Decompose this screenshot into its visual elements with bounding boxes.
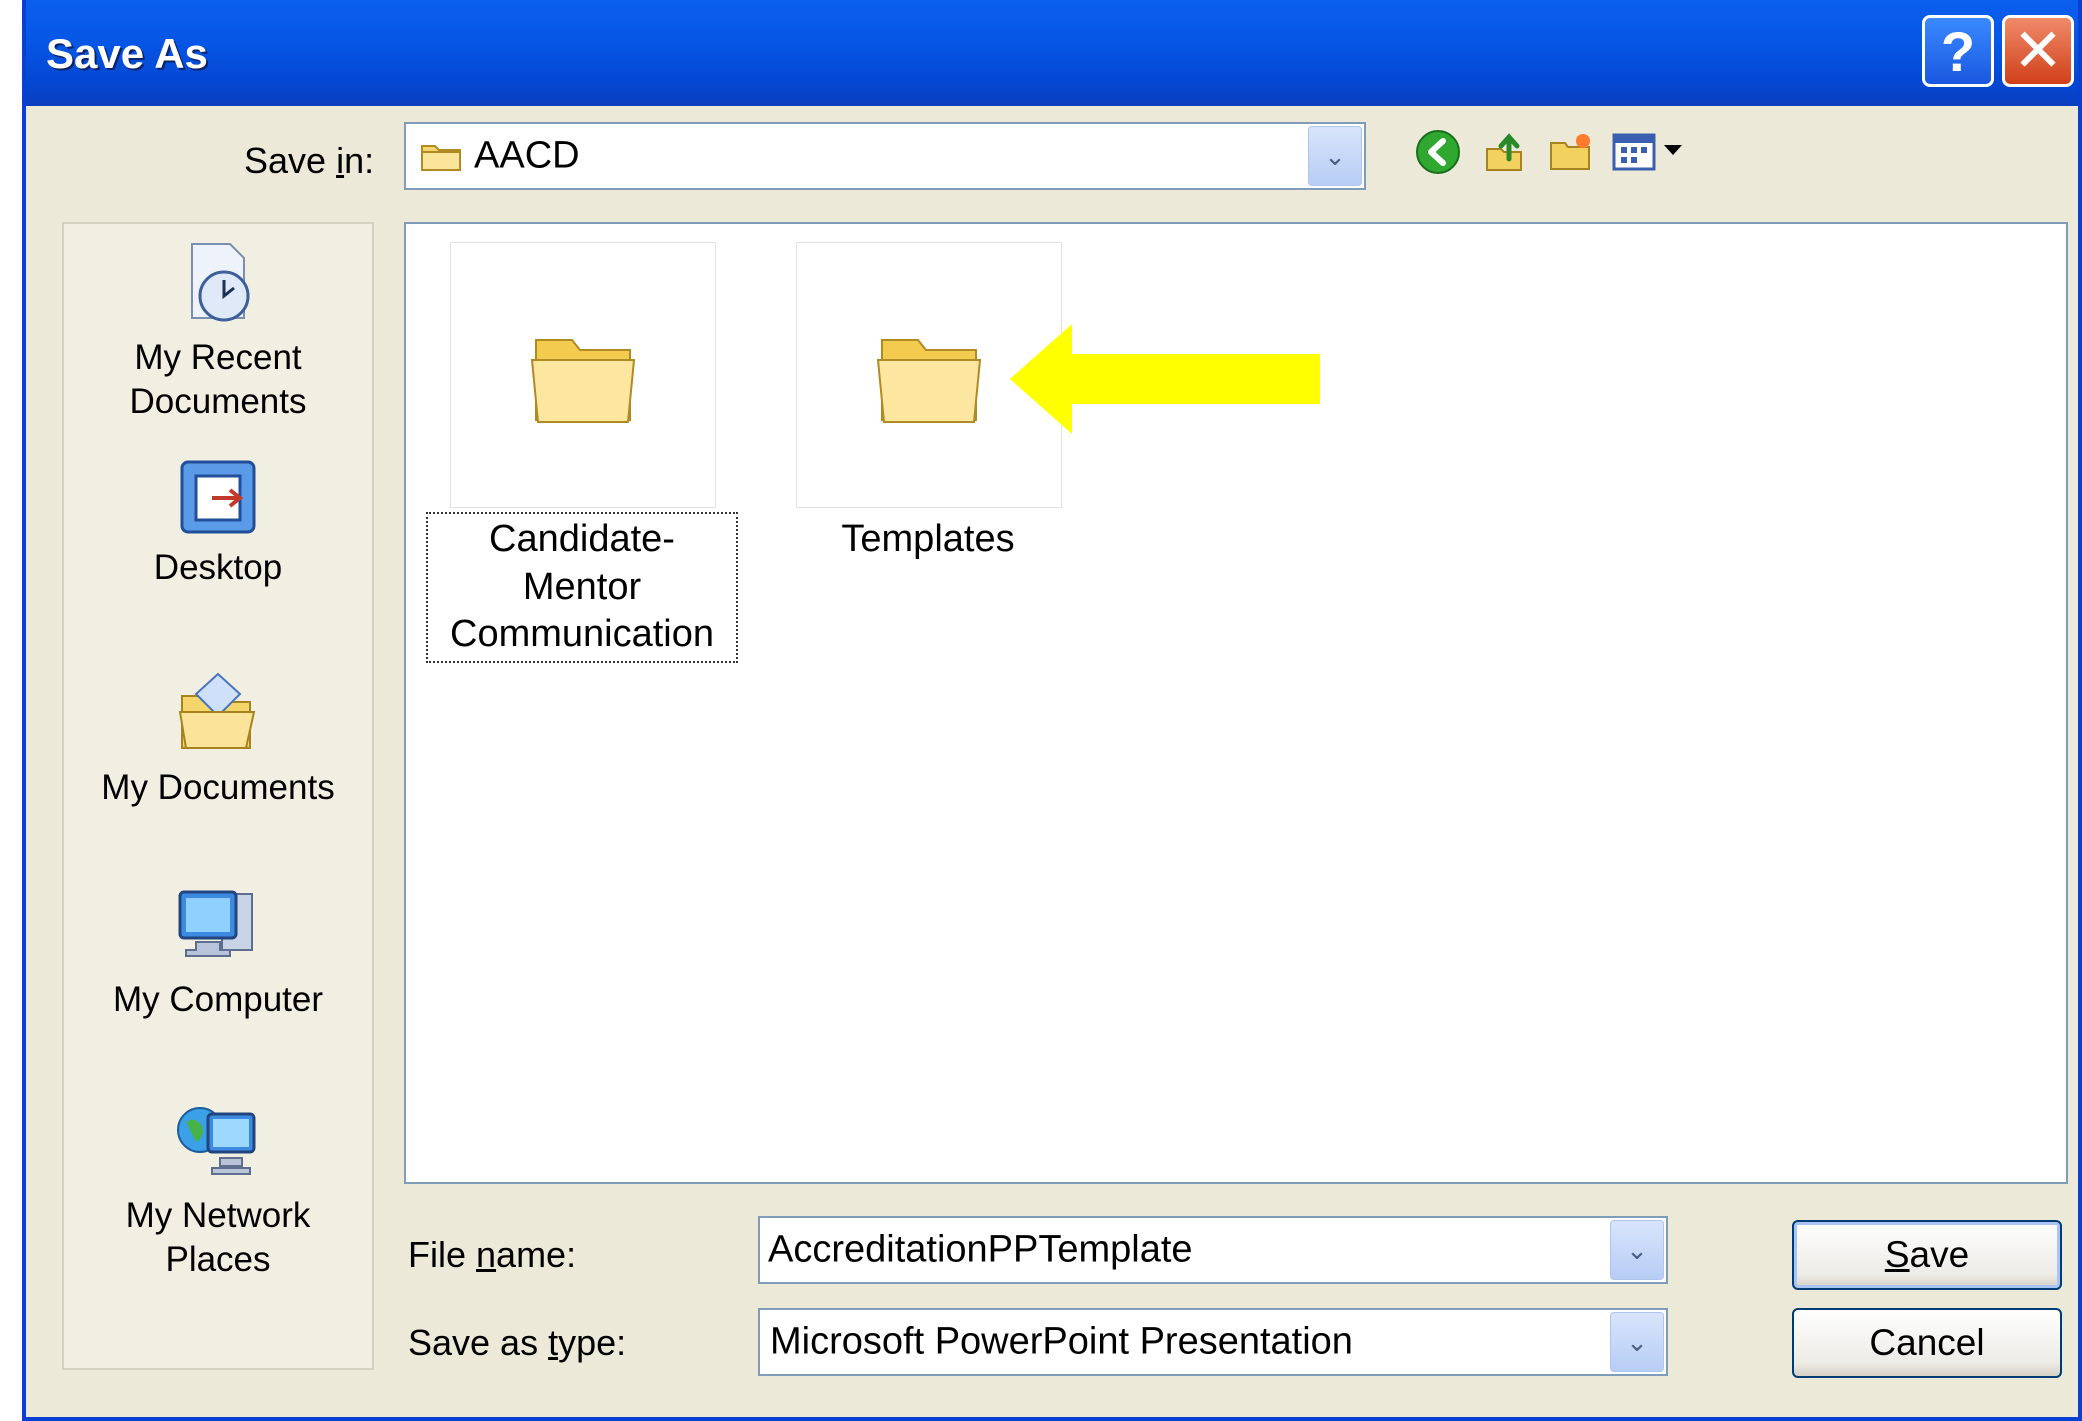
save-as-dialog: Save As ? ✕ Save in: AACD ⌄ My Recent Do [22,0,2082,1421]
save-in-label-pre: Save [244,140,337,181]
save-as-type-label: Save as type: [408,1322,626,1364]
folder-icon [530,339,636,423]
place-label: My Recent [134,338,302,377]
folder-icon [876,339,982,423]
chevron-down-icon[interactable]: ⌄ [1308,126,1362,186]
save-button[interactable]: Save [1792,1220,2062,1290]
views-menu-icon[interactable] [1610,126,1688,178]
save-as-type-dropdown[interactable]: Microsoft PowerPoint Presentation ⌄ [758,1308,1668,1376]
file-name-value: AccreditationPPTemplate [768,1228,1193,1271]
place-my-documents[interactable]: My Documents [64,668,372,810]
place-my-recent-documents[interactable]: My Recent Documents [64,238,372,424]
save-as-type-label-pre: Save as [408,1322,549,1363]
close-button[interactable]: ✕ [2002,15,2074,87]
chevron-down-icon[interactable]: ⌄ [1610,1312,1664,1372]
folder-item-candidate-mentor-communication[interactable] [450,242,716,508]
place-label: My Network [125,1196,311,1235]
save-in-label-post: n: [344,140,375,181]
file-name-label-pre: File [408,1234,477,1275]
save-as-type-value: Microsoft PowerPoint Presentation [770,1320,1353,1363]
place-label-2: Documents [129,381,307,421]
selected-folder-name: Candidate-Mentor Communication [426,512,738,663]
desktop-icon [180,460,256,534]
place-label: My Documents [101,768,335,807]
chevron-down-icon[interactable]: ⌄ [1610,1220,1664,1280]
file-name-label-post: ame: [496,1234,577,1275]
place-label: My Computer [112,980,324,1019]
file-name-label-mnemonic: n [476,1234,497,1275]
save-in-dropdown[interactable]: AACD ⌄ [404,122,1366,190]
folder-label-selected[interactable]: Candidate-Mentor Communication [426,512,738,663]
place-desktop[interactable]: Desktop [64,456,372,590]
help-button[interactable]: ? [1922,15,1994,87]
annotation-arrow-icon [1010,324,1320,434]
place-my-computer[interactable]: My Computer [64,884,372,1022]
save-button-label: ave [1909,1234,1970,1275]
folder-label[interactable]: Templates [772,516,1084,564]
folder-name-line1: Candidate-Mentor [489,518,675,608]
file-list[interactable]: Candidate-Mentor Communication Templates [404,222,2068,1184]
save-as-type-label-post: ype: [558,1322,627,1363]
file-name-label: File name: [408,1234,576,1276]
folder-name-line2: Communication [450,613,714,655]
save-as-type-label-mnemonic: t [548,1322,559,1363]
save-in-label: Save in: [244,140,374,182]
back-icon[interactable] [1412,126,1464,178]
new-folder-icon[interactable] [1544,126,1596,178]
dialog-title: Save As [46,30,208,77]
up-folder-icon[interactable] [1478,126,1530,178]
save-in-label-mnemonic: i [336,140,345,181]
recent-documents-icon [191,243,250,322]
title-bar[interactable]: Save As ? ✕ [26,0,2078,106]
my-documents-icon [178,672,256,749]
file-name-input[interactable]: AccreditationPPTemplate ⌄ [758,1216,1668,1284]
place-my-network-places[interactable]: My Network Places [64,1096,372,1282]
my-computer-icon [178,890,253,957]
save-button-mnemonic: S [1884,1234,1910,1275]
save-in-value: AACD [474,134,580,177]
folder-icon [421,145,461,171]
network-places-icon [177,1107,256,1175]
place-label-2: Places [165,1239,271,1279]
cancel-button[interactable]: Cancel [1792,1308,2062,1378]
places-bar: My Recent Documents Desktop My Documents [62,222,374,1370]
place-label: Desktop [153,548,283,587]
